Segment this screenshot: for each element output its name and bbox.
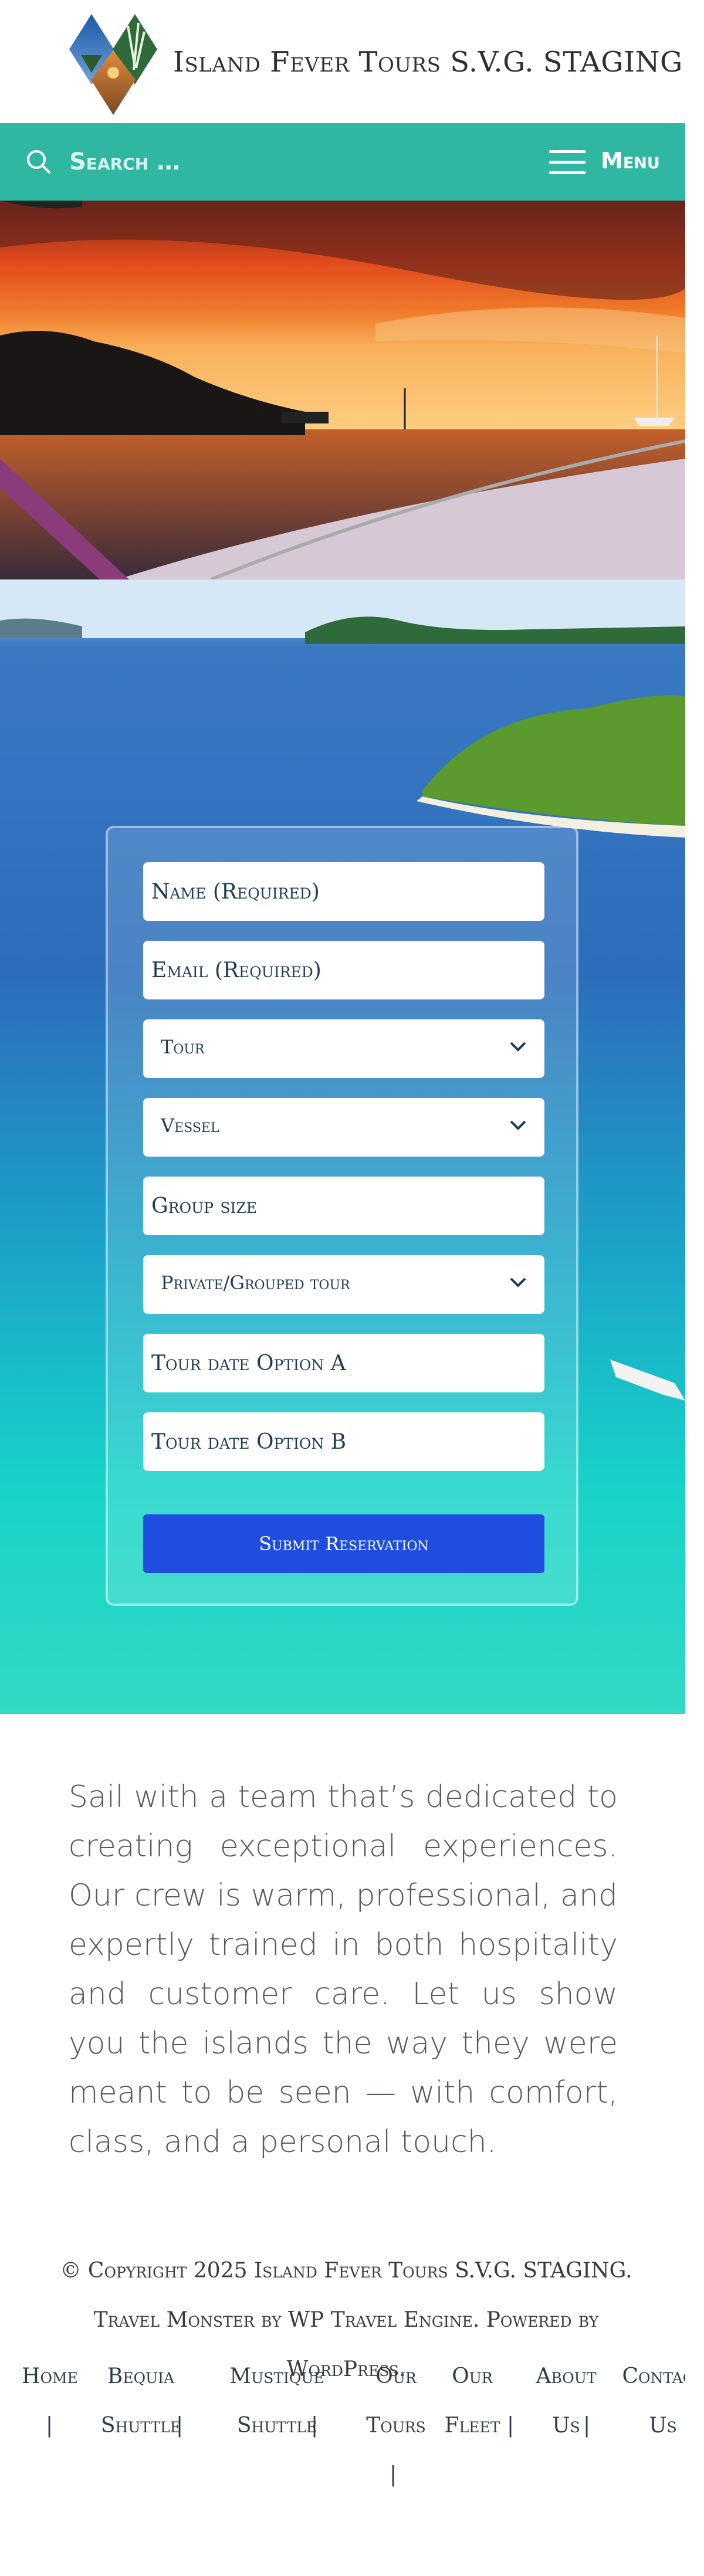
hero-sea-image: Tour Vessel Private/Grouped tour Submit …: [0, 579, 685, 1714]
tour-select[interactable]: Tour: [143, 1019, 544, 1078]
menu-button[interactable]: Menu: [549, 145, 666, 178]
chevron-down-icon: [510, 1277, 526, 1287]
footer-menu-tours-line2: Tours: [366, 2414, 426, 2438]
nav-bar: Menu: [0, 123, 685, 201]
hamburger-icon: [549, 150, 585, 174]
private-grouped-select[interactable]: Private/Grouped tour: [143, 1255, 544, 1314]
site-title[interactable]: Island Fever Tours S.V.G. STAGING: [173, 46, 683, 79]
menu-label: Menu: [601, 148, 660, 174]
search-input[interactable]: [69, 144, 421, 179]
footer-menu-home[interactable]: Home: [18, 2352, 82, 2401]
group-size-field[interactable]: [143, 1177, 544, 1235]
hero-sunset-image: [0, 201, 685, 579]
footer-menu-about-line2: Us: [552, 2414, 580, 2438]
footer-menu-home-label: Home: [22, 2364, 78, 2388]
intro-paragraph: Sail with a team that’s dedicated to cre…: [69, 1780, 618, 2160]
footer-menu-tours-line1: Our: [375, 2364, 417, 2388]
footer-menu-our-fleet[interactable]: Our Fleet: [434, 2352, 510, 2450]
footer-menu-contact-line1: Contact: [622, 2364, 685, 2388]
search-icon[interactable]: [26, 149, 52, 175]
site-header: Island Fever Tours S.V.G. STAGING: [0, 0, 704, 123]
chevron-down-icon: [510, 1120, 526, 1130]
footer-menu-separator: |: [311, 2414, 319, 2438]
footer-menu-separator: |: [507, 2414, 515, 2438]
email-field[interactable]: [143, 941, 544, 999]
footer-menu-separator: |: [583, 2414, 591, 2438]
footer-menu-separator: |: [46, 2414, 53, 2438]
footer-menu-our-tours[interactable]: Our Tours: [352, 2352, 440, 2450]
footer-menu-contact-line2: Us: [649, 2414, 677, 2438]
vessel-select[interactable]: Vessel: [143, 1098, 544, 1157]
tour-select-label: Tour: [161, 1036, 205, 1058]
tour-date-a-field[interactable]: [143, 1334, 544, 1392]
footer-menu-separator: |: [390, 2463, 397, 2487]
footer-menu-fleet-line2: Fleet: [444, 2414, 500, 2438]
vessel-select-label: Vessel: [161, 1114, 219, 1137]
island-diamond-logo-icon[interactable]: [69, 14, 157, 115]
footer-menu-contact-us[interactable]: Contact Us: [610, 2352, 685, 2450]
footer-menu-mustique-line1: Mustique: [229, 2364, 324, 2388]
footer-menu-bequia-line1: Bequia: [107, 2364, 175, 2388]
footer-menu-mustique-line2: Shuttle: [236, 2414, 317, 2438]
tour-date-b-field[interactable]: [143, 1412, 544, 1471]
footer-menu-about-line1: About: [536, 2364, 597, 2388]
submit-reservation-button[interactable]: Submit Reservation: [143, 1514, 544, 1573]
footer-menu-separator: |: [176, 2414, 184, 2438]
chevron-down-icon: [510, 1042, 526, 1052]
footer-menu-about-us[interactable]: About Us: [528, 2352, 604, 2450]
footer-menu: Home | Bequia Shuttle | Mustique Shuttle…: [0, 2352, 685, 2516]
reservation-form: Tour Vessel Private/Grouped tour Submit …: [106, 826, 578, 1606]
footer-menu-fleet-line1: Our: [452, 2364, 493, 2388]
footer-menu-mustique-shuttle[interactable]: Mustique Shuttle: [212, 2352, 341, 2450]
sunset-illustration: [0, 201, 685, 579]
private-grouped-select-label: Private/Grouped tour: [161, 1272, 350, 1294]
name-field[interactable]: [143, 862, 544, 921]
